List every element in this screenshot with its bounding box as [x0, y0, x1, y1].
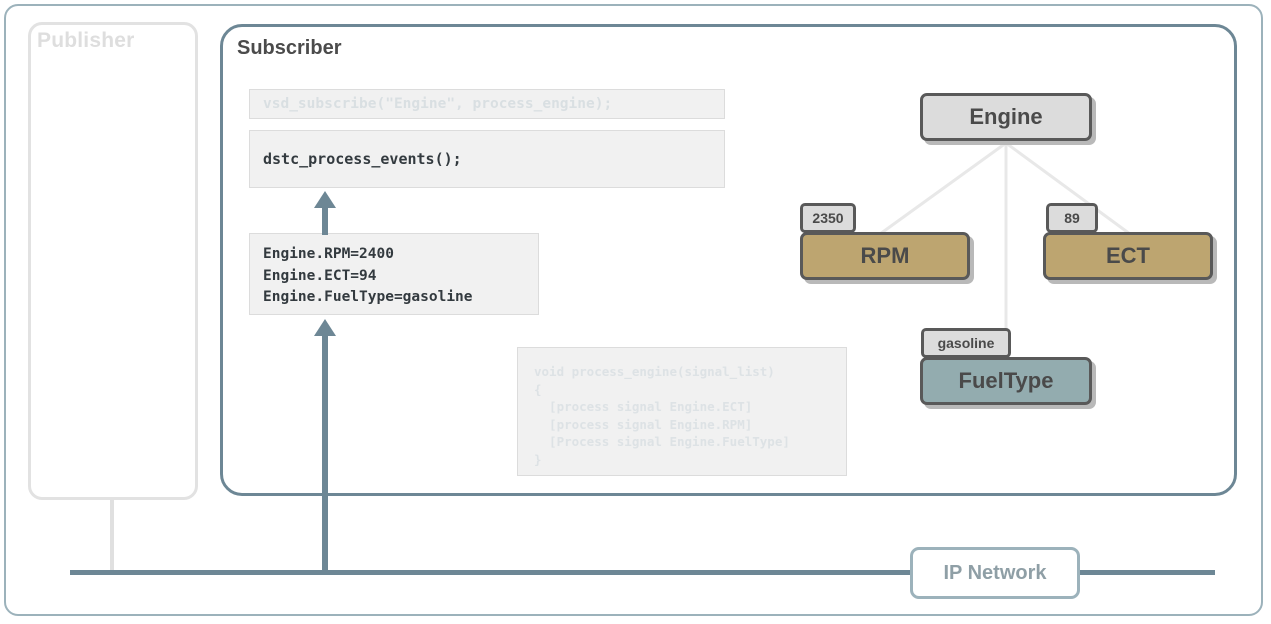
signal-value-fueltype: gasoline	[921, 328, 1011, 358]
subscriber-label: Subscriber	[237, 37, 342, 59]
publisher-network-stem	[110, 500, 114, 572]
arrow-signals-to-process-events	[314, 191, 336, 235]
signal-node-ect[interactable]: ECT	[1043, 232, 1213, 280]
signal-node-rpm[interactable]: RPM	[800, 232, 970, 280]
signal-node-fueltype[interactable]: FuelType	[920, 357, 1092, 405]
publisher-label: Publisher	[37, 29, 135, 52]
ip-network-box: IP Network	[910, 547, 1080, 599]
signal-node-engine[interactable]: Engine	[920, 93, 1092, 141]
network-bus-left	[70, 570, 910, 575]
network-bus-right	[1080, 570, 1215, 575]
publisher-box	[28, 22, 198, 500]
signal-list-box: Engine.RPM=2400 Engine.ECT=94 Engine.Fue…	[249, 233, 539, 315]
diagram-canvas: Publisher Subscriber vsd_subscribe("Engi…	[0, 0, 1271, 624]
arrow-network-to-signals	[314, 319, 336, 574]
signal-value-ect: 89	[1046, 203, 1098, 233]
arrow-shaft	[322, 203, 328, 235]
signal-value-rpm: 2350	[800, 203, 856, 233]
ip-network-label: IP Network	[943, 561, 1047, 584]
code-dstc-process-events: dstc_process_events();	[249, 130, 725, 188]
arrow-shaft	[322, 331, 328, 574]
code-vsd-subscribe: vsd_subscribe("Engine", process_engine);	[249, 89, 725, 119]
code-process-engine-handler: void process_engine(signal_list) { [proc…	[517, 347, 847, 476]
